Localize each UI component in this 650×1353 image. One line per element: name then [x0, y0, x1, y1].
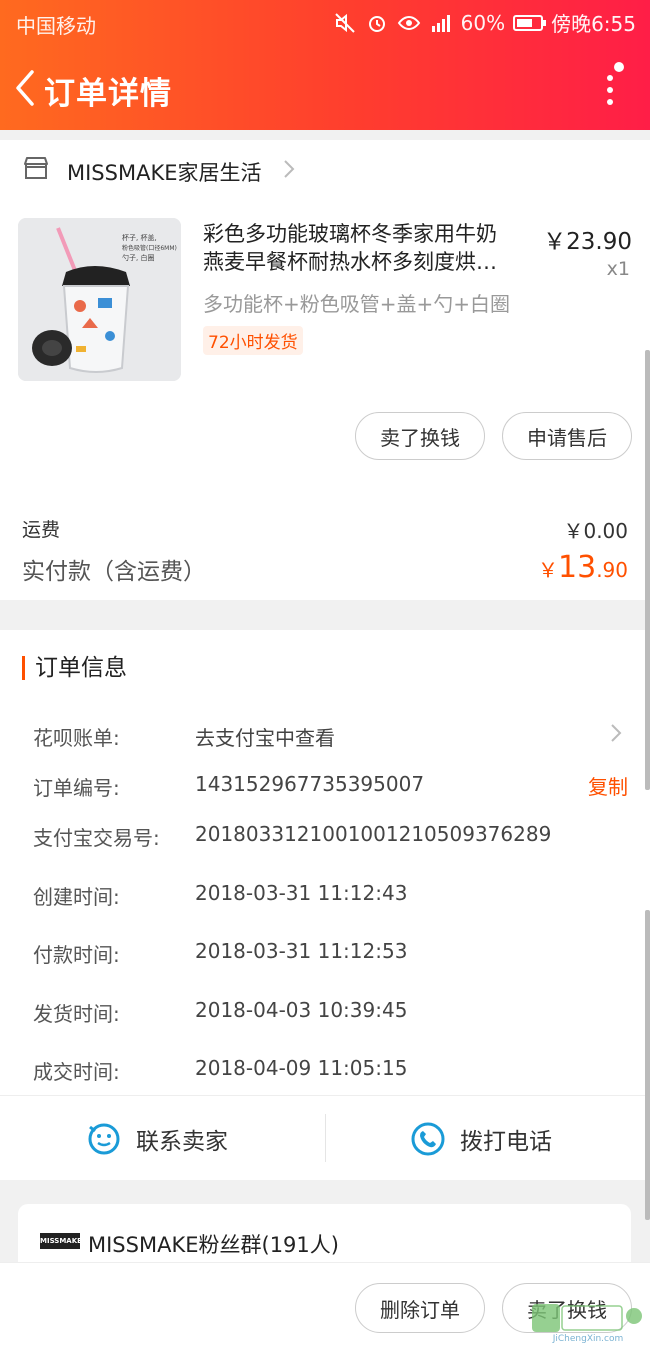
carrier-name: 中国移动: [16, 14, 96, 38]
image-caption-1: 杯子, 杯盖,: [122, 233, 157, 242]
product-price: ￥23.90: [543, 229, 632, 255]
site-watermark: JiChengXin.com: [532, 1304, 642, 1344]
shipping-fee-value: ￥0.00: [563, 519, 628, 543]
eye-icon: [397, 15, 420, 30]
store-name: MISSMAKE家居生活: [67, 161, 262, 185]
order-info-title: 订单信息: [22, 656, 127, 680]
shipped-time-label: 发货时间:: [33, 1002, 120, 1026]
store-row[interactable]: MISSMAKE家居生活: [0, 140, 650, 200]
order-number-label: 订单编号:: [33, 776, 120, 800]
created-time-label: 创建时间:: [33, 885, 120, 909]
paid-amount-label: 实付款（含运费）: [22, 559, 206, 585]
contact-seller-label: 联系卖家: [136, 1128, 228, 1155]
paid-amount: ￥13.90: [538, 550, 628, 585]
paid-time-value: 2018-03-31 11:12:53: [195, 939, 408, 963]
image-caption-2: 粉色吸管(口径6MM): [122, 244, 177, 252]
product-title-line-2: 燕麦早餐杯耐热水杯多刻度烘…: [203, 250, 497, 274]
image-caption-3: 勺子, 白圈: [122, 253, 154, 262]
chat-face-icon: [88, 1123, 120, 1154]
alipay-trade-label: 支付宝交易号:: [33, 826, 160, 850]
scrollbar-secondary[interactable]: [645, 910, 650, 1220]
call-label: 拨打电话: [460, 1128, 552, 1155]
alarm-icon: [368, 15, 385, 32]
product-title[interactable]: 彩色多功能玻璃杯冬季家用牛奶 燕麦早餐杯耐热水杯多刻度烘…: [203, 220, 538, 276]
page-title: 订单详情: [44, 76, 172, 112]
order-number-value: 143152967735395007: [195, 772, 425, 796]
shipping-fee-label: 运费: [22, 519, 61, 541]
product-quantity: x1: [606, 258, 630, 280]
phone-icon: [411, 1122, 445, 1155]
watermark-text: JiChengXin.com: [552, 1334, 624, 1344]
copy-button[interactable]: 复制: [588, 771, 628, 800]
delete-order-button[interactable]: 删除订单: [355, 1283, 485, 1333]
huabei-link[interactable]: 去支付宝中查看: [195, 722, 335, 751]
back-arrow-icon[interactable]: [8, 66, 44, 110]
shipping-badge: 72小时发货: [203, 326, 303, 355]
header-bar: 中国移动 60% 傍晚6:55 订单详情: [0, 0, 650, 130]
paid-currency: ￥: [538, 558, 558, 582]
paid-time-label: 付款时间:: [33, 943, 120, 967]
battery-percent: 60%: [460, 10, 506, 35]
product-spec: 多功能杯+粉色吸管+盖+勺+白圈: [203, 292, 511, 316]
contact-seller-button[interactable]: 联系卖家: [86, 1096, 228, 1181]
alipay-trade-value: 2018033121001001210509376289: [195, 822, 552, 846]
clock: 傍晚6:55: [551, 12, 636, 36]
battery-icon: [513, 14, 547, 31]
after-sale-button[interactable]: 申请售后: [502, 412, 632, 460]
order-info-section: 订单信息 花呗账单: 去支付宝中查看 订单编号: 143152967735395…: [0, 630, 650, 1180]
shipped-time-value: 2018-04-03 10:39:45: [195, 998, 408, 1022]
completed-time-label: 成交时间:: [33, 1060, 120, 1084]
sell-button[interactable]: 卖了换钱: [355, 412, 485, 460]
divider: [325, 1114, 326, 1162]
shop-icon: [24, 157, 48, 179]
cup-image: 杯子, 杯盖, 粉色吸管(口径6MM) 勺子, 白圈: [18, 218, 181, 381]
huabei-label: 花呗账单:: [33, 726, 120, 750]
created-time-value: 2018-03-31 11:12:43: [195, 881, 408, 905]
completed-time-value: 2018-04-09 11:05:15: [195, 1056, 408, 1080]
signal-icon: [431, 14, 450, 32]
contact-bar: 联系卖家 拨打电话: [0, 1095, 650, 1181]
chevron-right-icon[interactable]: [610, 723, 622, 743]
status-bar: 中国移动 60% 傍晚6:55: [0, 0, 650, 44]
nav-bar: 订单详情: [0, 56, 650, 122]
scrollbar[interactable]: [645, 350, 650, 790]
chevron-right-icon: [284, 160, 295, 178]
product-thumbnail[interactable]: 杯子, 杯盖, 粉色吸管(口径6MM) 勺子, 白圈: [18, 218, 181, 381]
call-button[interactable]: 拨打电话: [410, 1096, 552, 1181]
product-title-line-1: 彩色多功能玻璃杯冬季家用牛奶: [203, 222, 497, 246]
paid-amount-integer: 13: [558, 550, 597, 585]
product-card: 杯子, 杯盖, 粉色吸管(口径6MM) 勺子, 白圈 彩色多功能玻璃杯冬季家用牛…: [0, 200, 650, 600]
more-menu-icon[interactable]: [604, 62, 624, 110]
paid-amount-decimal: .90: [596, 558, 628, 582]
mute-icon: [334, 12, 355, 33]
fans-group-name: MISSMAKE粉丝群(191人): [88, 1233, 339, 1257]
brand-logo: MISSMAKE: [40, 1233, 82, 1249]
status-icons: 60% 傍晚6:55: [333, 8, 636, 37]
